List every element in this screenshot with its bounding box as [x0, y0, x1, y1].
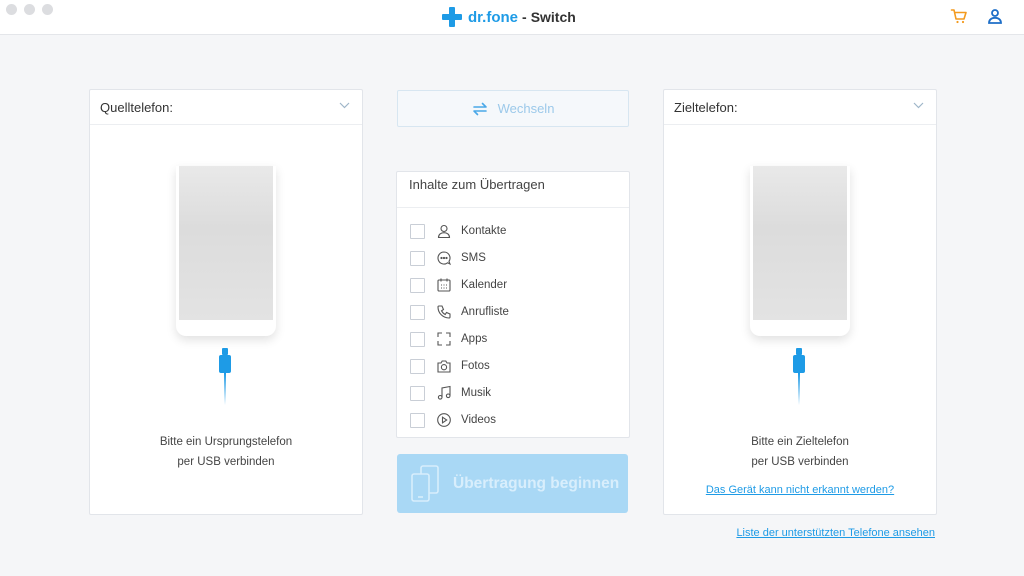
apps-icon — [435, 330, 453, 348]
source-phone-label: Quelltelefon: — [100, 99, 173, 115]
checkbox[interactable] — [410, 277, 425, 293]
content-title: Inhalte zum Übertragen — [397, 172, 629, 208]
target-phone-panel: Zieltelefon: Bitte ein Zieltelefon per U… — [663, 89, 937, 515]
calendar-icon — [435, 276, 453, 294]
source-phone-dropdown[interactable]: Quelltelefon: — [90, 90, 362, 125]
checkbox[interactable] — [410, 412, 425, 428]
content-item-photos[interactable]: Fotos — [410, 356, 490, 376]
checkbox[interactable] — [410, 304, 425, 320]
phone-icon — [435, 303, 453, 321]
camera-icon — [435, 357, 453, 375]
app-logo: dr.fone - Switch — [442, 5, 576, 29]
start-transfer-button[interactable]: Übertragung beginnen — [397, 454, 628, 513]
message-icon — [435, 249, 453, 267]
source-connect-hint: Bitte ein Ursprungstelefon per USB verbi… — [159, 436, 293, 468]
target-phone-dropdown[interactable]: Zieltelefon: — [664, 90, 936, 125]
switch-button[interactable]: Wechseln — [397, 90, 629, 127]
drfone-logo-icon — [442, 7, 462, 27]
brand-separator: - — [522, 9, 527, 25]
swap-icon — [472, 102, 487, 115]
window-close-button[interactable] — [6, 4, 17, 15]
start-transfer-label: Übertragung beginnen — [453, 474, 620, 492]
content-item-contacts[interactable]: Kontakte — [410, 221, 506, 241]
checkbox[interactable] — [410, 331, 425, 347]
window-minimize-button[interactable] — [24, 4, 35, 15]
content-item-sms[interactable]: SMS — [410, 248, 486, 268]
music-icon — [435, 384, 453, 402]
target-connect-hint: Bitte ein Zieltelefon per USB verbinden — [751, 436, 849, 468]
source-phone-illustration — [176, 166, 276, 336]
checkbox[interactable] — [410, 385, 425, 401]
content-item-videos[interactable]: Videos — [410, 410, 496, 430]
chevron-down-icon — [913, 102, 924, 109]
cart-icon[interactable] — [949, 6, 969, 26]
device-not-recognized-link[interactable]: Das Gerät kann nicht erkannt werden? — [664, 484, 936, 496]
checkbox[interactable] — [410, 358, 425, 374]
content-item-calendar[interactable]: Kalender — [410, 275, 507, 295]
transfer-phones-icon — [411, 464, 439, 502]
checkbox[interactable] — [410, 223, 425, 239]
checkbox[interactable] — [410, 250, 425, 266]
brand-name: dr.fone — [468, 8, 519, 26]
content-selection-panel: Inhalte zum Übertragen Kontakte SMS Kale… — [396, 171, 630, 438]
content-item-music[interactable]: Musik — [410, 383, 491, 403]
window-maximize-button[interactable] — [42, 4, 53, 15]
usb-cable-icon — [793, 348, 805, 405]
content-item-apps[interactable]: Apps — [410, 329, 487, 349]
target-phone-label: Zieltelefon: — [674, 99, 738, 115]
contact-icon — [435, 222, 453, 240]
supported-phones-link[interactable]: Liste der unterstützten Telefone ansehen — [736, 527, 935, 539]
switch-label: Wechseln — [497, 101, 555, 116]
source-phone-panel: Quelltelefon: Bitte ein Ursprungstelefon… — [89, 89, 363, 515]
chevron-down-icon — [339, 102, 350, 109]
user-icon[interactable] — [985, 6, 1005, 26]
target-phone-illustration — [750, 166, 850, 336]
content-item-call-log[interactable]: Anrufliste — [410, 302, 509, 322]
play-icon — [435, 411, 453, 429]
product-name: Switch — [530, 9, 576, 25]
title-bar: dr.fone - Switch — [0, 0, 1024, 35]
usb-cable-icon — [219, 348, 231, 405]
